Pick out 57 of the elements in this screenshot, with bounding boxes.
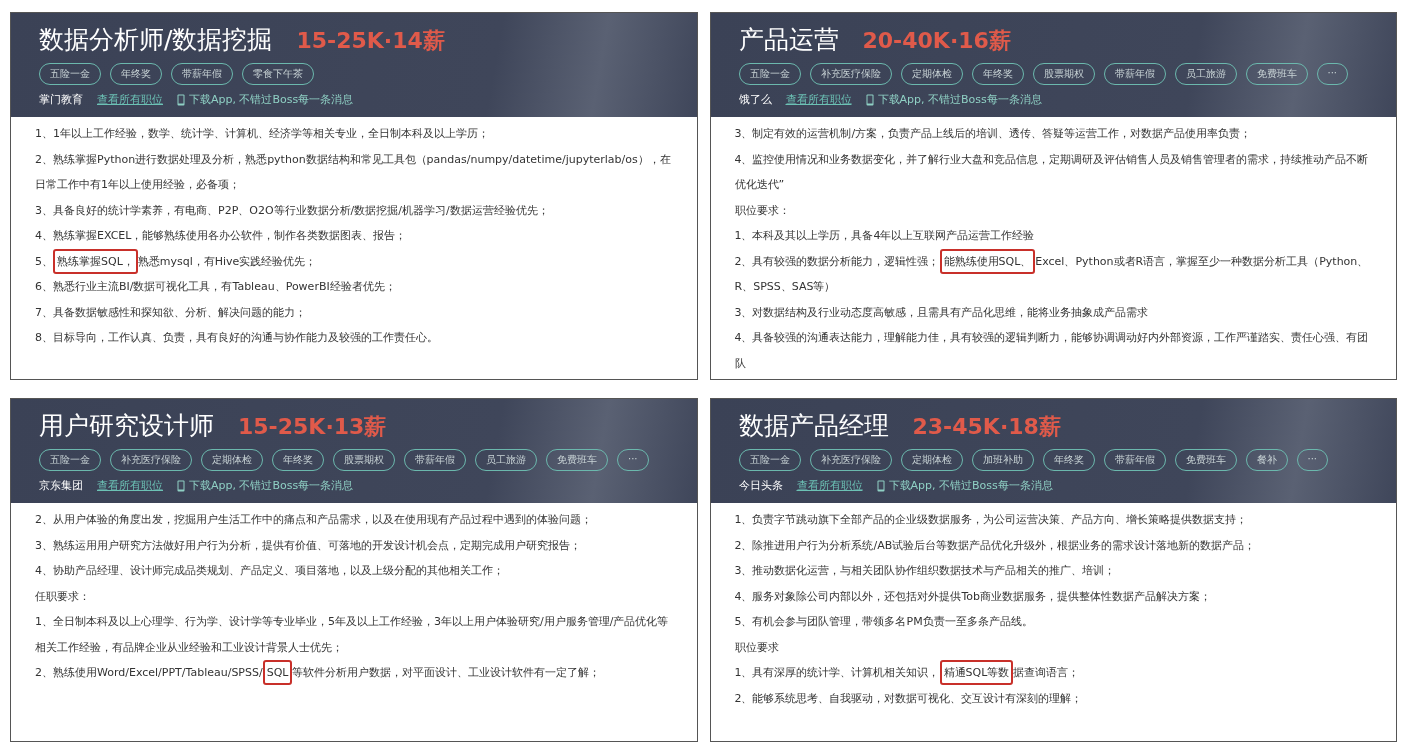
requirement-line: 4、熟练掌握EXCEL，能够熟练使用各办公软件，制作各类数据图表、报告； [35,228,408,244]
job-title: 产品运营 [738,24,839,56]
requirement-line: 2、除推进用户行为分析系统/AB试验后台等数据产品优化升级外，根据业务的需求设计落地新的数据产品； [734,537,1257,554]
all-jobs-link[interactable]: 查看所有职位 [97,92,163,107]
requirement-line: 3、对数据结构及行业动态度高敏感，且需具有产品化思维，能将业务抽象成产品需求 [734,304,1150,321]
phone-icon [865,93,874,106]
app-promo-text: 下载App, 不错过Boss每一条消息 [189,478,354,493]
phone-icon [177,479,185,492]
requirement-line: 6、熟悉行业主流BI/数据可视化工具，有Tableau、PowerBI经验者优先； [35,279,397,295]
salary: 15-25K·14薪 [296,27,445,55]
requirement-line: 任职要求： [35,588,91,605]
highlight-box: 熟练掌握SQL， [53,248,138,274]
salary: 20-40K·16薪 [862,27,1011,55]
highlight-box: 能熟练使用SQL、 [939,248,1036,274]
requirement-line: 1、1年以上工作经验，数学、统计学、计算机、经济学等相关专业，全日制本科及以上学历； [35,126,490,142]
requirement-line: 1、全日制本科及以上心理学、行为学、设计学等专业毕业，5年及以上工作经验，3年以上用户体验研究/用户服务管理/产品优化等相关工作经验，有品牌企业从业经验和工业设计背景人士优先； [35,614,670,656]
requirement-line: 7、具备数据敏感性和探知欲、分析、解决问题的能力； [35,304,307,321]
requirement-line: 5、有机会参与团队管理，带领多名PM负责一至多条产品线。 [734,614,1034,630]
highlight-box: SQL [262,660,293,685]
salary: 15-25K·13薪 [238,413,387,441]
requirement-line: 3、具备良好的统计学素养，有电商、P2P、O2O等行业数据分析/数据挖掘/机器学习/数据运营经验优先； [35,202,550,219]
job-title: 数据分析师/数据挖掘 [39,24,273,56]
phone-icon [177,93,185,106]
requirement-line: 4、具备较强的沟通表达能力，理解能力佳，具有较强的逻辑判断力，能够协调调动好内外部资源，工作严谨踏实、责任心强、有团队 [734,330,1370,372]
company-name: 饿了么 [738,92,772,107]
requirement-line: 4、服务对象除公司内部以外，还包括对外提供Tob商业数据服务，提供整体性数据产品解决方案； [734,588,1213,605]
all-jobs-link[interactable]: 查看所有职位 [97,478,163,493]
all-jobs-link[interactable]: 查看所有职位 [796,478,863,493]
requirement-line: 2、熟练掌握Python进行数据处理及分析，熟悉python数据结构和常见工具包（pandas/numpy/datetime/jupyterlab/os），在日常工作中有1年以上使用经验，必备项； [35,151,672,193]
requirement-line: 8、目标导向，工作认真、负责，具有良好的沟通与协作能力及较强的工作责任心。 [35,330,439,346]
company-name: 今日头条 [738,478,783,493]
requirement-line: 2、能够系统思考、自我驱动，对数据可视化、交互设计有深刻的理解； [734,690,1084,707]
requirement-line: 3、熟练运用用户研究方法做好用户行为分析，提供有价值、可落地的开发设计机会点，定期完成用户研究报告； [35,537,582,554]
salary: 23-45K·18薪 [912,413,1061,441]
app-promo-text: 下载App, 不错过Boss每一条消息 [888,478,1053,493]
requirement-line: 职位要求： [734,202,791,219]
requirement-line: 4、监控使用情况和业务数据变化，并了解行业大盘和竞品信息，定期调研及评估销售人员及销售管理者的需求，持续推动产品不断优化迭代” [734,151,1370,193]
requirement-line: 5、 熟练掌握SQL， 熟悉mysql，有Hive实践经验优先； [35,248,673,274]
app-promo-text: 下载App, 不错过Boss每一条消息 [877,92,1042,107]
all-jobs-link[interactable]: 查看所有职位 [785,92,852,107]
company-name: 京东集团 [39,478,83,493]
requirement-line: 3、推动数据化运营，与相关团队协作组织数据技术与产品相关的推广、培训； [734,563,1117,579]
job-title: 用户研究设计师 [39,410,214,442]
company-name: 掌门教育 [39,92,83,107]
requirement-line: 2、具有较强的数据分析能力，逻辑性强； 能熟练使用SQL、 Excel、Python或者R语言，掌握至少一种数据分析工具（Python、R、SPSS、SAS等） [734,248,1372,300]
requirement-line: 3、制定有效的运营机制/方案，负责产品上线后的培训、透传、答疑等运营工作，对数据产品使用率负责； [734,126,1253,142]
requirement-line: 1、本科及其以上学历，具备4年以上互联网产品运营工作经验 [734,228,1036,244]
job-title: 数据产品经理 [738,410,889,442]
requirement-line: 1、负责字节跳动旗下全部产品的企业级数据服务，为公司运营决策、产品方向、增长策略提供数据支持； [734,512,1249,528]
requirement-line: 4、协助产品经理、设计师完成品类规划、产品定义、项目落地，以及上级分配的其他相关工作； [35,563,505,579]
phone-icon [876,479,885,492]
requirement-line: 1、具有深厚的统计学、计算机相关知识， 精通SQL等数 据查询语言； [734,660,1372,686]
highlight-box: 精通SQL等数 [939,660,1014,685]
requirement-line: 2、熟练使用Word/Excel/PPT/Tableau/SPSS/ SQL 等软件分析用户数据，对平面设计、工业设计软件有一定了解； [35,660,673,686]
requirement-line: 2、从用户体验的角度出发，挖掘用户生活工作中的痛点和产品需求，以及在使用现有产品过程中遇到的体验问题； [35,512,593,528]
requirement-line: 职位要求 [734,639,780,656]
app-promo-text: 下载App, 不错过Boss每一条消息 [189,92,354,107]
